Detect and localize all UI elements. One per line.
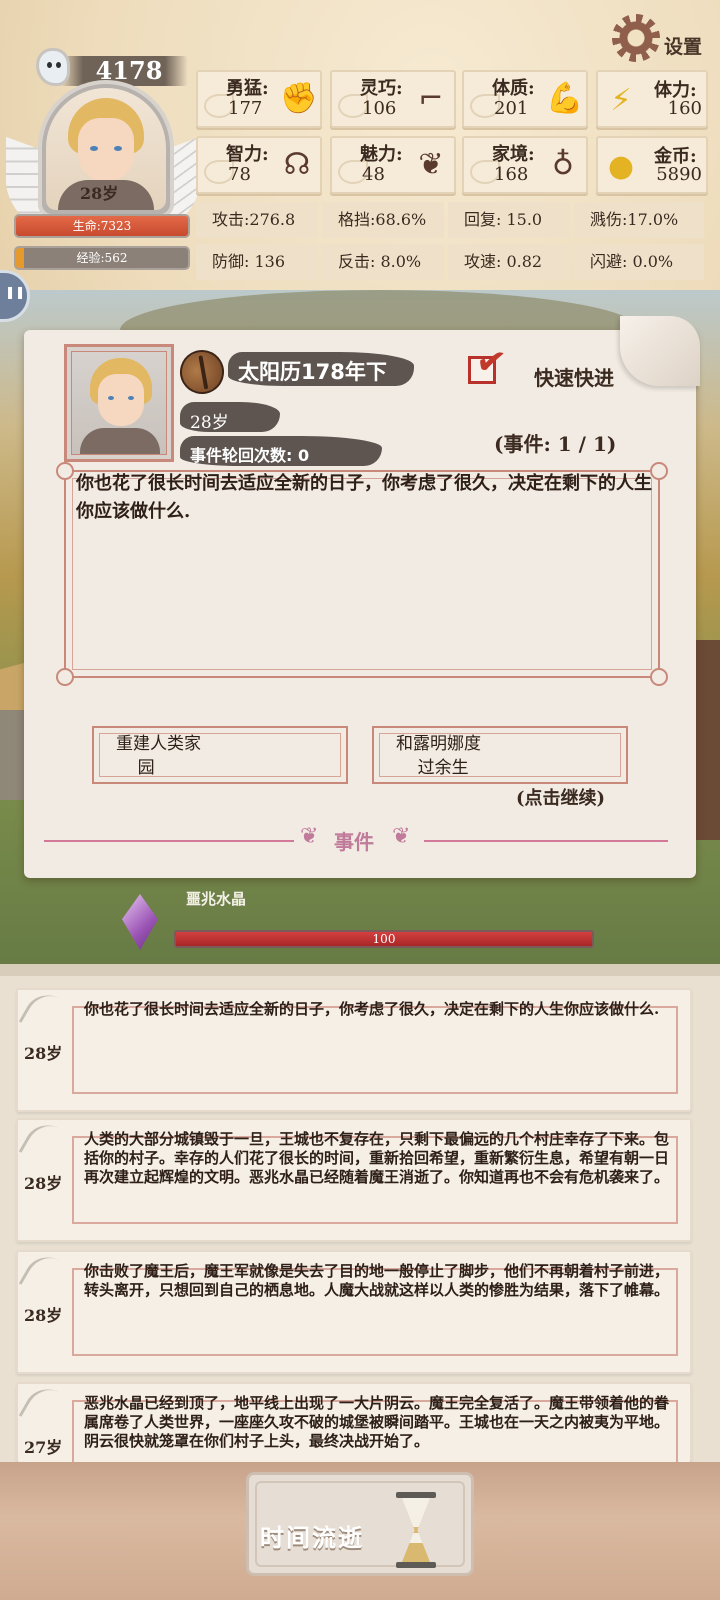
lightning-icon: ⚡ [610,83,632,118]
page-curl-decoration [620,316,700,386]
checkmark-icon: ✔ [473,340,509,385]
attribute-bravery[interactable]: 勇猛: 177 ✊ [196,70,322,128]
stat-attack-speed: 攻速: 0.82 [448,244,570,280]
age-label: 28岁 [80,184,119,203]
resource-value: 160 [667,98,702,119]
log-age: 27岁 [24,1438,63,1457]
log-text: 你击败了魔王后，魔王军就像是失去了目的地一般停止了脚步，他们不再朝着村子前进，转… [84,1262,670,1299]
attribute-value: 201 [494,98,529,119]
choice-label: 重建人类家 园 [116,734,201,778]
crystal-progress-bar: 100 [174,930,594,948]
feather-icon [18,1116,74,1172]
choice-luminia-button[interactable]: 和露明娜度 过余生 [372,726,628,784]
corner-ornament [56,462,74,480]
feather-icon [18,986,74,1042]
gear-icon[interactable] [612,14,660,62]
log-age: 28岁 [24,1174,63,1193]
stat-attack: 攻击:276.8 [196,202,318,238]
attribute-agility[interactable]: 灵巧: 106 ⌐ [330,70,456,128]
corner-ornament [650,668,668,686]
settings-button[interactable]: 设置 [664,32,702,59]
attribute-name: 灵巧: [360,78,403,99]
fast-forward-label[interactable]: 快速快进 [534,362,614,391]
attribute-name: 家境: [492,144,535,165]
log-text: 人类的大部分城镇毁于一旦，王城也不复存在，只剩下最偏远的几个村庄幸存了下来。包括… [84,1130,670,1186]
attribute-value: 78 [228,164,251,185]
event-portrait [64,344,174,462]
money-bag-icon: ♁ [552,147,574,182]
event-progress: (事件: 1 / 1) [494,432,617,456]
crystal-name: 噩兆水晶 [186,890,247,908]
stat-dodge: 闪避: 0.0% [574,244,704,280]
ornament-icon: ❦ [300,824,319,849]
ghost-icon [36,48,70,86]
stat-defense: 防御: 136 [196,244,318,280]
leg-icon: ⌐ [418,81,444,116]
flower-icon: ❦ [418,147,444,182]
event-text: 你也花了很长时间去适应全新的日子，你考虑了很久，决定在剩下的人生你应该做什么. [76,473,652,522]
attribute-value: 177 [228,98,263,119]
xp-bar: 经验:562 [14,246,190,270]
log-age: 28岁 [24,1044,63,1063]
attribute-value: 106 [362,98,397,119]
combat-stats-row: 攻击:276.8 格挡:68.6% 回复: 15.0 溅伤:17.0% [196,202,704,238]
attribute-name: 智力: [226,144,269,165]
choice-label: 和露明娜度 过余生 [396,734,481,778]
bicep-icon: 💪 [546,81,584,116]
coin-icon: ● [607,149,635,184]
ornament-icon: ❦ [392,824,411,849]
log-entry: 28岁 人类的大部分城镇毁于一旦，王城也不复存在，只剩下最偏远的几个村庄幸存了下… [16,1116,692,1242]
log-entry: 28岁 你击败了魔王后，魔王军就像是失去了目的地一般停止了脚步，他们不再朝着村子… [16,1248,692,1374]
hourglass-icon [396,1492,436,1568]
section-title: 事件 [334,830,374,854]
attribute-value: 168 [494,164,529,185]
brain-icon: ☊ [283,147,311,182]
attribute-name: 魅力: [360,144,403,165]
time-pass-label: 时间流逝 [260,1524,364,1552]
log-entry: 28岁 你也花了很长时间去适应全新的日子，你考虑了很久，决定在剩下的人生你应该做… [16,986,692,1112]
feather-icon [18,1248,74,1304]
log-separator [0,964,720,976]
event-age: 28岁 [190,413,229,433]
hp-bar: 生命:7323 [14,214,190,238]
log-text: 你也花了很长时间去适应全新的日子，你考虑了很久，决定在剩下的人生你应该做什么. [84,1000,660,1018]
event-cycle-count: 事件轮回次数: 0 [190,446,310,465]
stat-block: 格挡:68.6% [322,202,444,238]
log-text: 恶兆水晶已经到顶了，地平线上出现了一大片阴云。魔王完全复活了。魔王带领着他的眷属… [84,1394,670,1450]
stat-regen: 回复: 15.0 [448,202,570,238]
attribute-constitution[interactable]: 体质: 201 💪 [462,70,588,128]
stat-splash: 溅伤:17.0% [574,202,704,238]
choice-rebuild-button[interactable]: 重建人类家 园 [92,726,348,784]
event-date: 太阳历178年下 [238,360,387,384]
combat-stats-row: 防御: 136 反击: 8.0% 攻速: 0.82 闪避: 0.0% [196,244,704,280]
attribute-name: 体质: [492,78,535,99]
resource-stamina[interactable]: 体力: 160 ⚡ [596,70,708,128]
corner-ornament [56,668,74,686]
stat-counter: 反击: 8.0% [322,244,444,280]
attribute-name: 勇猛: [226,78,269,99]
attribute-value: 48 [362,164,385,185]
fist-icon: ✊ [280,81,318,116]
resource-value: 5890 [656,164,702,185]
log-age: 28岁 [24,1306,63,1325]
resource-gold[interactable]: 金币: 5890 ● [596,136,708,194]
attribute-charm[interactable]: 魅力: 48 ❦ [330,136,456,194]
crystal-value: 100 [372,932,396,946]
attribute-intelligence[interactable]: 智力: 78 ☊ [196,136,322,194]
feather-icon [18,1384,74,1436]
attribute-family[interactable]: 家境: 168 ♁ [462,136,588,194]
log-entry: 27岁 恶兆水晶已经到顶了，地平线上出现了一大片阴云。魔王完全复活了。魔王带领着… [16,1382,692,1462]
continue-button[interactable]: (点击继续) [516,784,605,810]
